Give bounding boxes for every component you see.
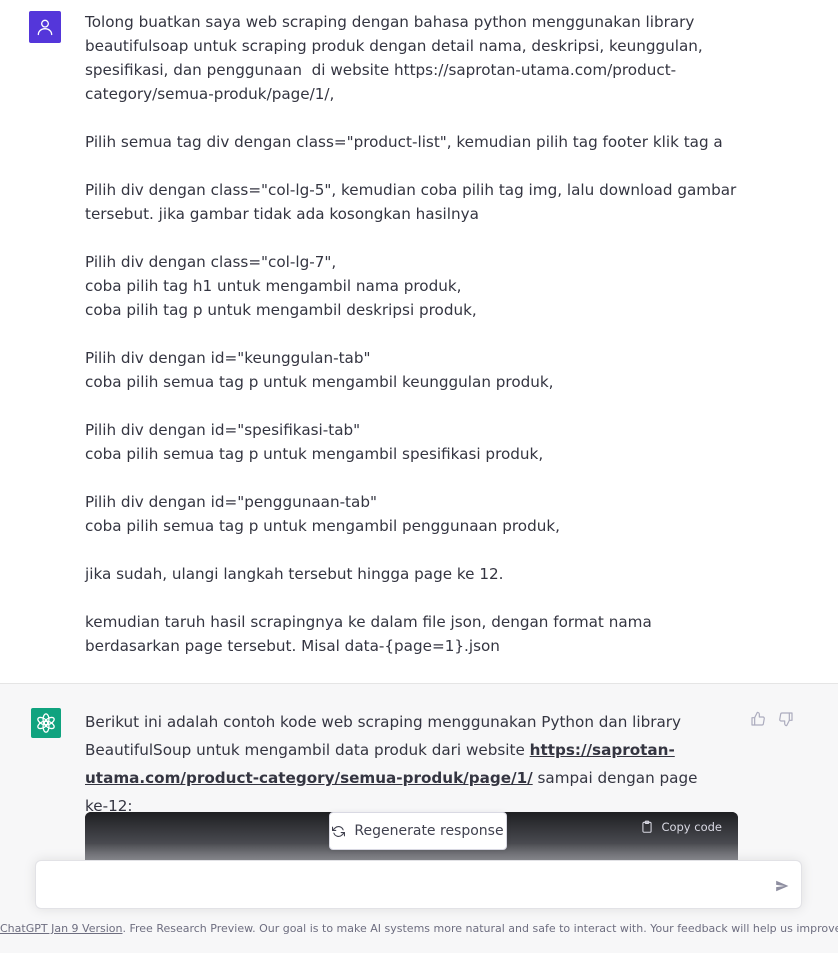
copy-code-label: Copy code bbox=[661, 820, 722, 834]
clipboard-icon bbox=[642, 820, 653, 833]
regenerate-label: Regenerate response bbox=[354, 823, 504, 839]
regenerate-response-button[interactable]: Regenerate response bbox=[329, 812, 507, 850]
copy-code-button[interactable]: Copy code bbox=[640, 820, 722, 834]
footer: ChatGPT Jan 9 Version. Free Research Pre… bbox=[0, 922, 838, 935]
assistant-message-text: Berikut ini adalah contoh kode web scrap… bbox=[85, 708, 725, 820]
footer-text: . Free Research Preview. Our goal is to … bbox=[122, 922, 838, 935]
thumbs-down-button[interactable] bbox=[777, 710, 795, 728]
user-icon bbox=[37, 19, 53, 36]
openai-logo-icon bbox=[37, 713, 55, 733]
user-message-row: Tolong buatkan saya web scraping dengan … bbox=[0, 0, 838, 684]
user-avatar bbox=[29, 11, 61, 43]
thumbs-down-icon bbox=[779, 712, 793, 727]
message-composer bbox=[35, 860, 802, 909]
assistant-avatar bbox=[31, 708, 61, 738]
version-link[interactable]: ChatGPT Jan 9 Version bbox=[0, 922, 122, 935]
message-input[interactable] bbox=[48, 873, 752, 901]
paper-plane-icon bbox=[776, 880, 789, 892]
refresh-icon bbox=[332, 825, 346, 837]
thumbs-up-icon bbox=[751, 711, 765, 726]
thumbs-up-button[interactable] bbox=[749, 710, 767, 728]
user-message-text: Tolong buatkan saya web scraping dengan … bbox=[85, 13, 737, 655]
send-button[interactable] bbox=[774, 878, 790, 894]
